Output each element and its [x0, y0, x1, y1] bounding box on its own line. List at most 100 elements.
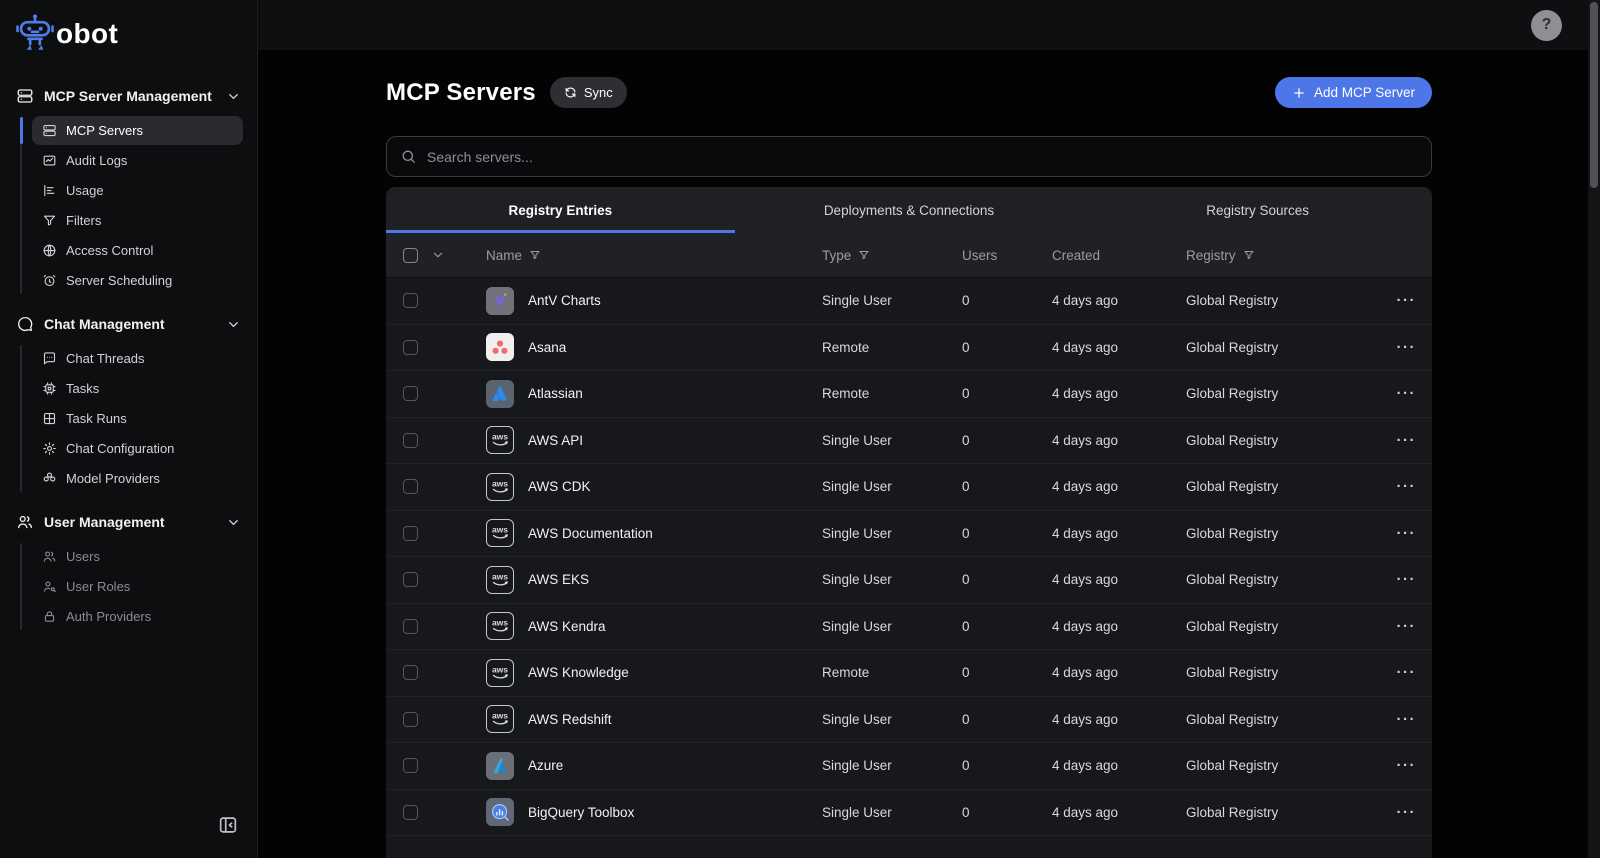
- audit-logs-icon: [42, 153, 57, 168]
- main-area: ? MCP Servers Sync Add MCP Server: [258, 0, 1600, 858]
- server-name-cell: awsAWS Kendra: [486, 612, 822, 640]
- sidebar-item-access-control[interactable]: Access Control: [32, 236, 243, 265]
- ellipsis-icon[interactable]: ···: [1397, 805, 1417, 820]
- row-checkbox[interactable]: [403, 758, 418, 773]
- table-row-azure[interactable]: AzureSingle User04 days agoGlobal Regist…: [386, 743, 1432, 790]
- chevron-down-icon[interactable]: [226, 317, 241, 332]
- sidebar-item-server-scheduling[interactable]: Server Scheduling: [32, 266, 243, 295]
- nav-section-mcp-server-management: MCP Server ManagementMCP ServersAudit Lo…: [14, 78, 243, 304]
- row-checkbox[interactable]: [403, 340, 418, 355]
- row-checkbox[interactable]: [403, 526, 418, 541]
- server-name: BigQuery Toolbox: [528, 805, 634, 820]
- table-row-atlassian[interactable]: AtlassianRemote04 days agoGlobal Registr…: [386, 371, 1432, 418]
- ellipsis-icon[interactable]: ···: [1397, 340, 1417, 355]
- aws-logo: aws: [486, 426, 514, 454]
- add-mcp-server-button[interactable]: Add MCP Server: [1275, 77, 1432, 108]
- table-row-aws-knowledge[interactable]: awsAWS KnowledgeRemote04 days agoGlobal …: [386, 650, 1432, 697]
- tab-registry-entries[interactable]: Registry Entries: [386, 187, 735, 233]
- chevron-down-icon[interactable]: [431, 248, 445, 262]
- help-button[interactable]: ?: [1531, 10, 1562, 41]
- filter-icon[interactable]: [1243, 249, 1255, 261]
- row-checkbox[interactable]: [403, 293, 418, 308]
- select-all-checkbox[interactable]: [403, 248, 418, 263]
- sidebar-item-auth-providers[interactable]: Auth Providers: [32, 602, 243, 631]
- search-icon: [400, 148, 417, 165]
- ellipsis-icon[interactable]: ···: [1397, 526, 1417, 541]
- section-header-chat-management[interactable]: Chat Management: [14, 306, 243, 342]
- column-header-registry[interactable]: Registry: [1186, 248, 1396, 263]
- brand-logo[interactable]: obot: [14, 8, 243, 60]
- table-body: AntV ChartsSingle User04 days agoGlobal …: [386, 278, 1432, 858]
- sidebar-item-filters[interactable]: Filters: [32, 206, 243, 235]
- table-row-aws-api[interactable]: awsAWS APISingle User04 days agoGlobal R…: [386, 418, 1432, 465]
- topbar: ?: [258, 0, 1600, 50]
- chevron-down-icon[interactable]: [226, 89, 241, 104]
- row-checkbox[interactable]: [403, 805, 418, 820]
- column-header-type[interactable]: Type: [822, 248, 962, 263]
- filter-icon[interactable]: [529, 249, 541, 261]
- svg-text:aws: aws: [492, 525, 508, 535]
- sidebar-item-user-roles[interactable]: User Roles: [32, 572, 243, 601]
- ellipsis-icon[interactable]: ···: [1397, 758, 1417, 773]
- table-row-antv-charts[interactable]: AntV ChartsSingle User04 days agoGlobal …: [386, 278, 1432, 325]
- sync-button[interactable]: Sync: [550, 77, 627, 108]
- svg-text:aws: aws: [492, 664, 508, 674]
- table-row-aws-cdk[interactable]: awsAWS CDKSingle User04 days agoGlobal R…: [386, 464, 1432, 511]
- table-row-aws-documentation[interactable]: awsAWS DocumentationSingle User04 days a…: [386, 511, 1432, 558]
- ellipsis-icon[interactable]: ···: [1397, 293, 1417, 308]
- ellipsis-icon[interactable]: ···: [1397, 479, 1417, 494]
- server-users: 0: [962, 805, 1052, 820]
- server-registry: Global Registry: [1186, 805, 1396, 820]
- sidebar-item-mcp-servers[interactable]: MCP Servers: [32, 116, 243, 145]
- row-checkbox[interactable]: [403, 572, 418, 587]
- row-select-cell: [386, 293, 486, 308]
- sidebar-item-label: Access Control: [66, 243, 153, 258]
- sidebar-item-chat-threads[interactable]: Chat Threads: [32, 344, 243, 373]
- ellipsis-icon[interactable]: ···: [1397, 712, 1417, 727]
- column-header-users: Users: [962, 248, 1052, 263]
- ellipsis-icon[interactable]: ···: [1397, 433, 1417, 448]
- row-checkbox[interactable]: [403, 386, 418, 401]
- ellipsis-icon[interactable]: ···: [1397, 619, 1417, 634]
- row-menu-cell: ···: [1396, 340, 1432, 355]
- sidebar-item-users[interactable]: Users: [32, 542, 243, 571]
- sidebar-item-chat-configuration[interactable]: Chat Configuration: [32, 434, 243, 463]
- chevron-down-icon[interactable]: [226, 515, 241, 530]
- server-created: 4 days ago: [1052, 526, 1186, 541]
- table-row-bigquery-toolbox[interactable]: BigQuery ToolboxSingle User04 days agoGl…: [386, 790, 1432, 837]
- row-checkbox[interactable]: [403, 712, 418, 727]
- ellipsis-icon[interactable]: ···: [1397, 386, 1417, 401]
- row-checkbox[interactable]: [403, 665, 418, 680]
- collapse-sidebar-button[interactable]: [217, 814, 239, 836]
- sidebar-item-usage[interactable]: Usage: [32, 176, 243, 205]
- section-header-mcp-server-management[interactable]: MCP Server Management: [14, 78, 243, 114]
- section-header-user-management[interactable]: User Management: [14, 504, 243, 540]
- filter-icon[interactable]: [858, 249, 870, 261]
- table-row-aws-redshift[interactable]: awsAWS RedshiftSingle User04 days agoGlo…: [386, 697, 1432, 744]
- search-input[interactable]: [427, 149, 1418, 165]
- tab-registry-sources[interactable]: Registry Sources: [1083, 187, 1432, 233]
- row-checkbox[interactable]: [403, 433, 418, 448]
- server-users: 0: [962, 712, 1052, 727]
- column-header-name[interactable]: Name: [486, 248, 822, 263]
- row-checkbox[interactable]: [403, 479, 418, 494]
- server-name: AWS Redshift: [528, 712, 612, 727]
- server-name: Azure: [528, 758, 563, 773]
- table-row-aws-kendra[interactable]: awsAWS KendraSingle User04 days agoGloba…: [386, 604, 1432, 651]
- sidebar-item-tasks[interactable]: Tasks: [32, 374, 243, 403]
- sidebar-item-label: Chat Configuration: [66, 441, 174, 456]
- ellipsis-icon[interactable]: ···: [1397, 665, 1417, 680]
- vertical-scrollbar[interactable]: [1588, 0, 1600, 858]
- row-checkbox[interactable]: [403, 619, 418, 634]
- scrollbar-thumb[interactable]: [1590, 2, 1598, 188]
- ellipsis-icon[interactable]: ···: [1397, 572, 1417, 587]
- aws-logo: aws: [486, 473, 514, 501]
- server-users: 0: [962, 758, 1052, 773]
- table-row-asana[interactable]: AsanaRemote04 days agoGlobal Registry···: [386, 325, 1432, 372]
- sidebar-item-task-runs[interactable]: Task Runs: [32, 404, 243, 433]
- table-row-aws-eks[interactable]: awsAWS EKSSingle User04 days agoGlobal R…: [386, 557, 1432, 604]
- sidebar-item-audit-logs[interactable]: Audit Logs: [32, 146, 243, 175]
- tab-deployments-connections[interactable]: Deployments & Connections: [735, 187, 1084, 233]
- section-label: User Management: [44, 514, 165, 530]
- sidebar-item-model-providers[interactable]: Model Providers: [32, 464, 243, 493]
